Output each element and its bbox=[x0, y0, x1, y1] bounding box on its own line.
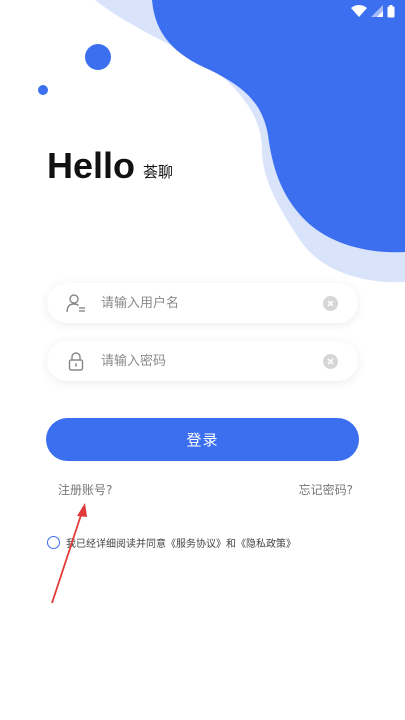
status-bar bbox=[351, 2, 395, 20]
annotation-arrow bbox=[51, 503, 87, 604]
agreement-text: 我已经详细阅读并同意《服务协议》和《隐私政策》 bbox=[66, 539, 296, 550]
password-field[interactable] bbox=[47, 341, 358, 381]
battery-icon bbox=[387, 4, 395, 17]
clear-password-icon[interactable] bbox=[322, 353, 338, 369]
clear-username-icon[interactable] bbox=[322, 295, 338, 311]
greeting: Hello 荟聊 bbox=[47, 146, 173, 186]
forgot-password-link[interactable]: 忘记密码? bbox=[299, 481, 353, 498]
username-field[interactable] bbox=[47, 283, 358, 323]
login-screen: Hello 荟聊 请输入用户名 登录 注册账号? 忘记密码? 我已经详细阅读并同… bbox=[0, 0, 405, 720]
user-icon bbox=[65, 292, 87, 314]
page-title: Hello bbox=[47, 145, 136, 186]
signal-icon bbox=[371, 5, 383, 17]
username-input[interactable] bbox=[99, 287, 322, 319]
password-input[interactable] bbox=[99, 345, 322, 377]
login-button[interactable]: 登录 bbox=[46, 418, 359, 461]
lock-icon bbox=[65, 350, 87, 372]
decor-dot-small bbox=[38, 85, 48, 95]
app-name: 荟聊 bbox=[143, 163, 174, 181]
blob-dark bbox=[152, 0, 405, 253]
decor-dot-large bbox=[85, 44, 111, 70]
wifi-icon bbox=[351, 5, 367, 17]
